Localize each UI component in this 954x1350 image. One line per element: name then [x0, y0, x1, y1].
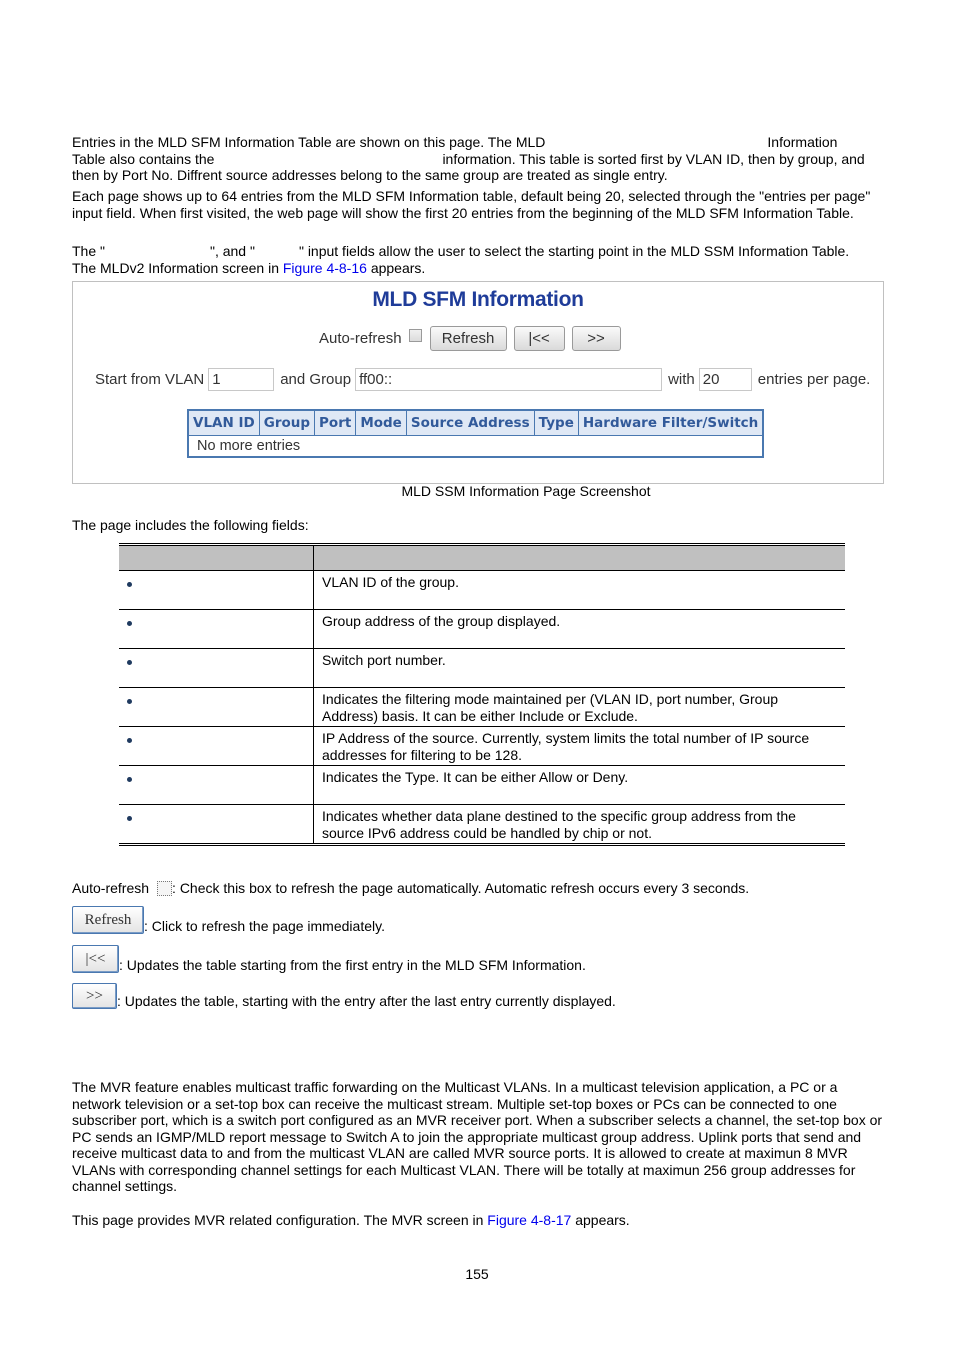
fields-header-row	[119, 543, 845, 571]
checkbox-icon	[157, 881, 173, 896]
figure-link[interactable]: Figure 4-8-16	[283, 260, 367, 276]
desc-text: : Click to refresh the page immediately.	[144, 918, 385, 934]
next-page-button[interactable]: >>	[571, 326, 621, 351]
auto-refresh-label: Auto-refresh	[319, 330, 402, 347]
figure-link[interactable]: Figure 4-8-17	[487, 1212, 571, 1228]
intro-text: The MLDv2 Information screen in	[72, 259, 279, 276]
bullet-icon	[127, 777, 132, 782]
object-cell	[119, 648, 314, 688]
page-number: 155	[465, 1266, 489, 1282]
intro-paragraph-2: Each page shows up to 64 entries from th…	[72, 188, 871, 221]
intro-text: Information	[767, 134, 838, 150]
table-row: Switch port number.	[119, 648, 845, 688]
description-cell: Indicates the Type. It can be either All…	[313, 765, 845, 805]
object-cell	[119, 687, 314, 727]
col-type: Type	[533, 409, 579, 436]
mvr-text: appears.	[575, 1212, 630, 1228]
object-cell	[119, 570, 314, 610]
description-cell: Group address of the group displayed.	[313, 609, 845, 649]
table-row: VLAN ID of the group.	[119, 570, 845, 610]
bullet-icon	[127, 660, 132, 665]
bullet-icon	[127, 582, 132, 587]
figure-title: MLD SFM Information	[372, 288, 584, 311]
description-cell: Indicates whether data plane destined to…	[313, 804, 845, 846]
start-vlan-label: Start from VLAN	[95, 371, 205, 388]
col-mode: Mode	[355, 409, 407, 436]
intro-paragraph-3: The " ", and " " input fields allow the us…	[72, 243, 884, 276]
entries-per-page-label: entries per page.	[757, 371, 871, 388]
intro-paragraph-1: Entries in the MLD SFM Information Table…	[72, 134, 884, 184]
intro-text: ", and "	[209, 243, 255, 259]
table-header-row: VLAN ID Group Port Mode Source Address T…	[187, 409, 764, 436]
intro-text: " input fields allow the user to select …	[298, 243, 850, 259]
mvr-text: This page provides MVR related configura…	[72, 1212, 484, 1228]
sfm-table: VLAN ID Group Port Mode Source Address T…	[187, 409, 765, 458]
desc-text: : Updates the table starting from the fi…	[119, 957, 586, 973]
intro-text: then by Port No. Diffrent source address…	[72, 167, 668, 183]
bullet-icon	[127, 738, 132, 743]
intro-text: information. This table is sorted first …	[442, 150, 865, 167]
table-row: Indicates the Type. It can be either All…	[119, 765, 845, 805]
filter-row: Start from VLAN 1 and Group ff00:: with …	[95, 368, 870, 391]
with-label: with	[668, 371, 695, 388]
mvr-paragraph-2: This page provides MVR related configura…	[72, 1212, 884, 1229]
object-cell	[119, 609, 314, 649]
first-page-button-icon: |<<	[72, 945, 119, 973]
object-cell	[119, 726, 314, 766]
col-hardware-filter: Hardware Filter/Switch	[577, 409, 764, 436]
fields-table: VLAN ID of the group. Group address of t…	[119, 543, 845, 846]
description-cell: Indicates the filtering mode maintained …	[313, 687, 845, 727]
start-vlan-input[interactable]: 1	[208, 368, 275, 391]
intro-text: appears.	[370, 259, 426, 276]
col-port: Port	[314, 409, 357, 436]
mld-sfm-screenshot: MLD SFM Information Auto-refresh Refresh…	[72, 281, 884, 484]
table-row: No more entries	[187, 435, 764, 458]
refresh-button-icon: Refresh	[72, 906, 144, 934]
table-row: IP Address of the source. Currently, sys…	[119, 726, 845, 766]
table-row: Indicates whether data plane destined to…	[119, 804, 845, 846]
description-cell: VLAN ID of the group.	[313, 570, 845, 610]
intro-text: The "	[72, 243, 105, 259]
first-page-desc: |<< : Updates the table starting from th…	[72, 945, 586, 973]
bullet-icon	[127, 699, 132, 704]
description-cell: Switch port number.	[313, 648, 845, 688]
col-source-address: Source Address	[405, 409, 535, 436]
object-cell	[119, 804, 314, 846]
refresh-button[interactable]: Refresh	[429, 326, 507, 351]
desc-text: : Check this box to refresh the page aut…	[172, 880, 750, 896]
intro-text: Entries in the MLD SFM Information Table…	[72, 134, 546, 150]
bullet-icon	[127, 621, 132, 626]
auto-refresh-desc: Auto-refresh : Check this box to refresh…	[72, 880, 749, 896]
desc-text: : Updates the table, starting with the e…	[117, 993, 616, 1009]
first-page-button[interactable]: |<<	[513, 326, 565, 351]
bullet-icon	[127, 816, 132, 821]
table-row: Indicates the filtering mode maintained …	[119, 687, 845, 727]
next-page-button-icon: >>	[72, 983, 117, 1009]
fields-intro: The page includes the following fields:	[72, 517, 309, 533]
entries-per-page-input[interactable]: 20	[698, 368, 752, 391]
object-cell	[119, 765, 314, 805]
figure-caption: MLD SSM Information Page Screenshot	[401, 483, 651, 499]
group-input[interactable]: ff00::	[355, 368, 663, 391]
col-group: Group	[258, 409, 316, 436]
auto-refresh-checkbox[interactable]	[408, 329, 422, 342]
refresh-desc: Refresh : Click to refresh the page imme…	[72, 906, 385, 934]
header-description	[313, 543, 845, 571]
next-page-desc: >> : Updates the table, starting with th…	[72, 983, 616, 1009]
group-label: and Group	[280, 371, 352, 388]
header-object	[119, 543, 314, 571]
description-cell: IP Address of the source. Currently, sys…	[313, 726, 845, 766]
control-row: Auto-refresh Refresh |<< >>	[319, 326, 628, 351]
empty-message: No more entries	[187, 435, 764, 458]
intro-text: Table also contains the	[72, 150, 215, 167]
col-vlan-id: VLAN ID	[187, 409, 260, 436]
desc-label: Auto-refresh	[72, 880, 150, 896]
mvr-paragraph: The MVR feature enables multicast traffi…	[72, 1079, 883, 1194]
table-row: Group address of the group displayed.	[119, 609, 845, 649]
